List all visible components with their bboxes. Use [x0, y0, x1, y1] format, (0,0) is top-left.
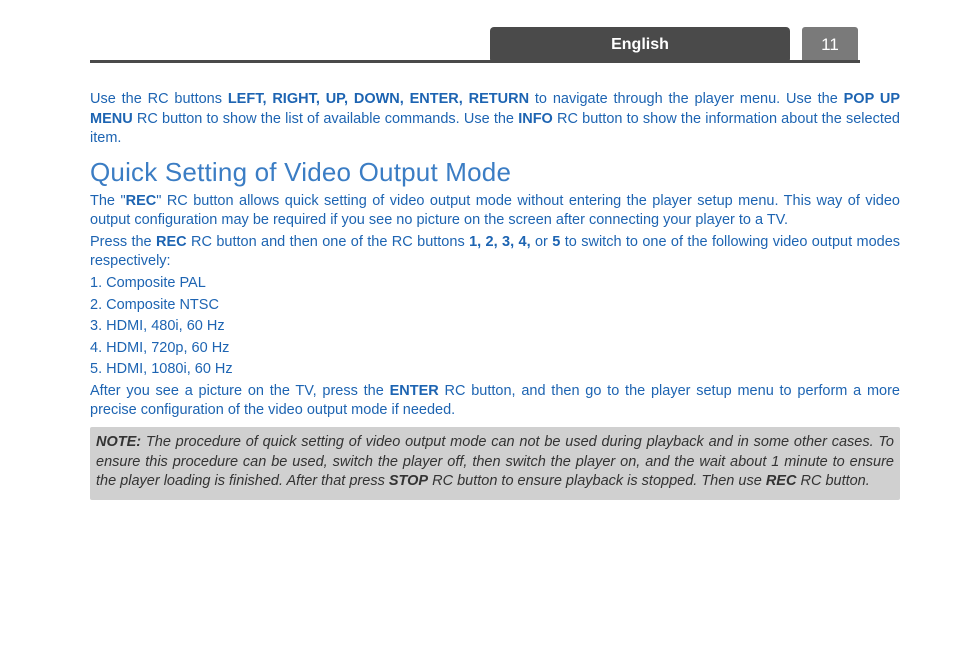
text: RC button to ensure playback is stopped.…	[428, 473, 766, 489]
mode-item-4: 4. HDMI, 720p, 60 Hz	[90, 339, 900, 359]
text-bold: REC	[766, 473, 797, 489]
text: or	[531, 234, 553, 250]
text-bold: ENTER	[390, 383, 439, 399]
page: English 11 Use the RC buttons LEFT, RIGH…	[0, 0, 960, 669]
text: " RC button allows quick setting of vide…	[90, 193, 900, 229]
mode-item-5: 5. HDMI, 1080i, 60 Hz	[90, 360, 900, 380]
intro-paragraph: Use the RC buttons LEFT, RIGHT, UP, DOWN…	[90, 90, 900, 149]
content-body: Use the RC buttons LEFT, RIGHT, UP, DOWN…	[90, 0, 900, 500]
text: RC button to show the list of available …	[133, 111, 518, 127]
text: RC button.	[796, 473, 869, 489]
note-label: NOTE:	[96, 434, 141, 450]
mode-item-1: 1. Composite PAL	[90, 274, 900, 294]
body-paragraph-2: Press the REC RC button and then one of …	[90, 233, 900, 272]
body-paragraph-1: The "REC" RC button allows quick setting…	[90, 192, 900, 231]
text-bold: STOP	[389, 473, 428, 489]
language-tab: English	[490, 27, 790, 63]
text-bold: REC	[156, 234, 187, 250]
mode-item-3: 3. HDMI, 480i, 60 Hz	[90, 317, 900, 337]
page-number: 11	[802, 27, 858, 63]
text: The "	[90, 193, 126, 209]
text: After you see a picture on the TV, press…	[90, 383, 390, 399]
text: to navigate through the player menu. Use…	[529, 91, 844, 107]
section-heading: Quick Setting of Video Output Mode	[90, 155, 900, 190]
text-bold: INFO	[518, 111, 553, 127]
header-divider	[90, 60, 860, 63]
text-bold: 1, 2, 3, 4,	[469, 234, 531, 250]
text-bold: LEFT, RIGHT, UP, DOWN, ENTER, RETURN	[228, 91, 529, 107]
note-box: NOTE: The procedure of quick setting of …	[90, 427, 900, 500]
after-paragraph: After you see a picture on the TV, press…	[90, 382, 900, 421]
text-bold: REC	[126, 193, 157, 209]
text: Use the RC buttons	[90, 91, 228, 107]
text: RC button and then one of the RC buttons	[187, 234, 469, 250]
mode-item-2: 2. Composite NTSC	[90, 296, 900, 316]
text: Press the	[90, 234, 156, 250]
